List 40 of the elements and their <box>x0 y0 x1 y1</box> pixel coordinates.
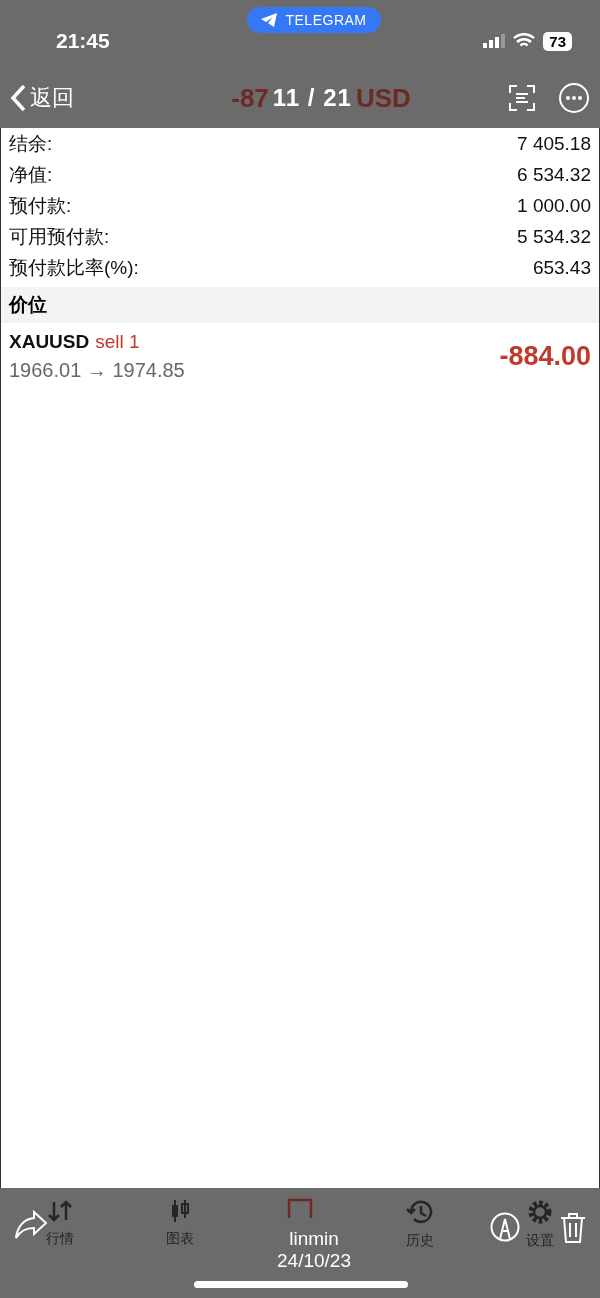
share-icon[interactable] <box>14 1210 48 1240</box>
balance-title: -87 <box>231 82 269 114</box>
position-symbol: XAUUSD <box>9 331 90 352</box>
account-label: 预付款比率(%): <box>9 255 139 280</box>
currency-title: USD <box>355 82 411 114</box>
account-value: 5 534.32 <box>517 225 591 248</box>
position-profit: -884.00 <box>499 341 591 372</box>
account-label: 净值: <box>9 162 53 187</box>
tab-bar-item[interactable]: 设置 <box>480 1198 600 1256</box>
scan-text-icon[interactable] <box>508 84 536 112</box>
position-prices: 1966.01 → 1974.85 <box>9 359 185 382</box>
wifi-icon <box>513 33 536 49</box>
sender-name: linmin <box>289 1228 339 1250</box>
account-value: 7 405.18 <box>517 132 591 155</box>
history-icon <box>405 1198 435 1226</box>
account-value: 6 534.32 <box>517 163 591 186</box>
paper-plane-icon <box>261 13 278 27</box>
section-header: 价位 <box>1 287 599 323</box>
account-label: 可用预付款: <box>9 224 110 249</box>
tab-bar-item[interactable]: 历史 <box>360 1198 480 1256</box>
tab-bar-item[interactable]: 图表 <box>120 1198 240 1256</box>
account-label: 预付款: <box>9 193 72 218</box>
chevron-left-icon <box>10 84 26 112</box>
back-button[interactable]: 返回 <box>10 83 74 113</box>
account-value: 1 000.00 <box>517 194 591 217</box>
telegram-pill[interactable]: TELEGRAM <box>247 7 381 33</box>
account-value: 653.43 <box>532 256 591 279</box>
photo-date: 24/10/23 <box>277 1250 351 1272</box>
trash-icon[interactable] <box>560 1212 586 1244</box>
trade-icon <box>287 1198 313 1218</box>
status-time: 21:45 <box>56 29 110 53</box>
tab-bar-item[interactable]: 行情 <box>0 1198 120 1256</box>
account-label: 结余: <box>9 131 53 156</box>
position-side: sell 1 <box>95 331 140 352</box>
photo-counter: 11 / 21 <box>272 84 352 112</box>
signal-icon <box>483 34 506 48</box>
settings-icon <box>526 1198 554 1226</box>
battery-level: 73 <box>543 31 572 51</box>
more-icon[interactable] <box>558 82 590 114</box>
pen-icon[interactable] <box>490 1212 520 1242</box>
